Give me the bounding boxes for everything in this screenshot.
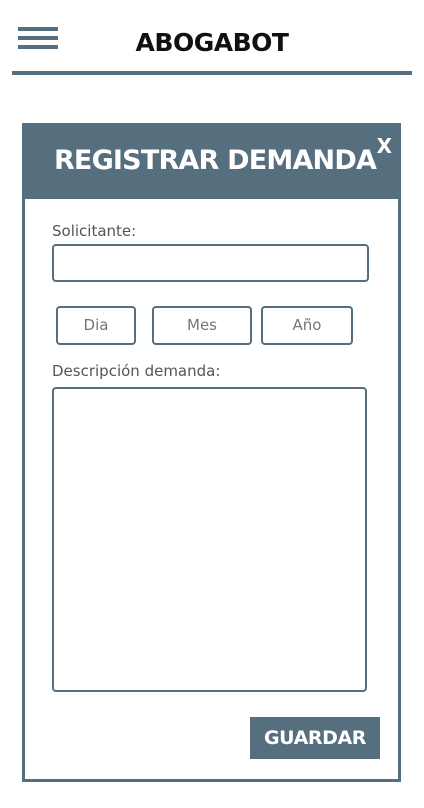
dia-input[interactable] [56, 306, 136, 345]
solicitante-input[interactable] [52, 244, 369, 282]
modal-title: REGISTRAR DEMANDA [53, 145, 377, 176]
app-title: ABOGABOT [135, 28, 289, 57]
anio-input[interactable] [261, 306, 353, 345]
descripcion-textarea[interactable] [52, 387, 367, 692]
mes-input[interactable] [152, 306, 252, 345]
register-demand-modal: REGISTRAR DEMANDA X Solicitante: Descrip… [22, 123, 401, 782]
modal-header: REGISTRAR DEMANDA X [25, 126, 398, 199]
save-button[interactable]: GUARDAR [250, 717, 380, 759]
solicitante-label: Solicitante: [52, 222, 137, 240]
close-button[interactable]: X [377, 134, 392, 158]
descripcion-label: Descripción demanda: [52, 362, 221, 380]
header-divider [12, 71, 412, 75]
